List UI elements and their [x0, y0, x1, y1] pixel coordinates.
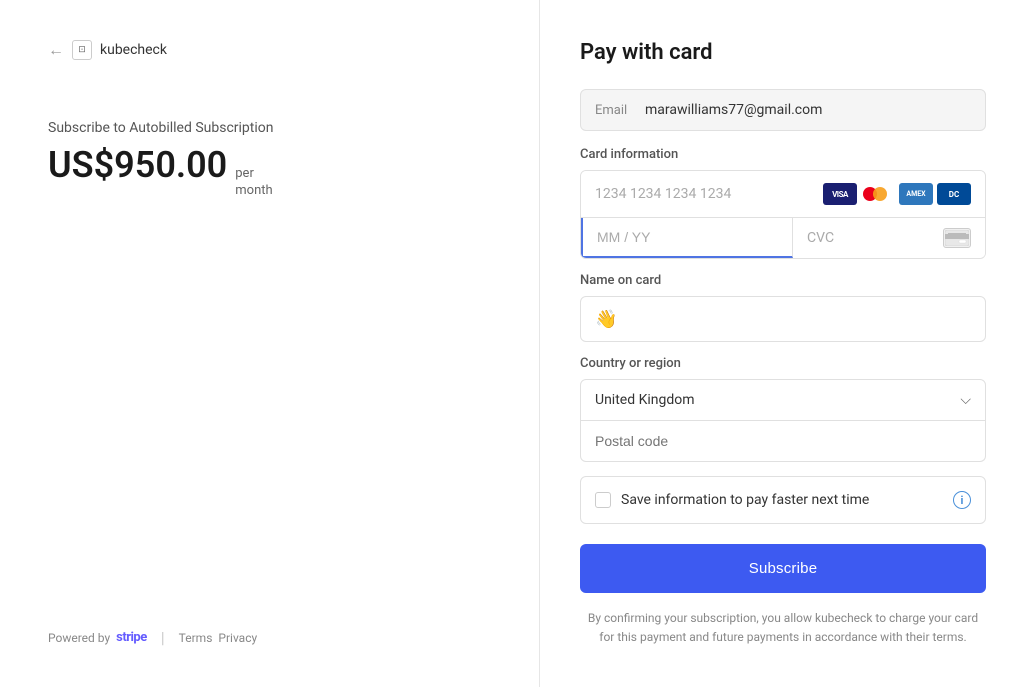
powered-by-text: Powered by: [48, 631, 110, 645]
footer-divider: |: [161, 628, 165, 647]
cvc-row: CVC: [793, 218, 985, 258]
name-label: Name on card: [580, 273, 986, 288]
card-info-wrapper: 1234 1234 1234 1234 VISA AMEX DC CVC: [580, 170, 986, 259]
expiry-cvc-row: CVC: [581, 218, 985, 258]
pay-title: Pay with card: [580, 40, 986, 65]
subscription-info: Subscribe to Autobilled Subscription US$…: [48, 120, 491, 200]
info-icon[interactable]: i: [953, 491, 971, 509]
left-content: ← ⊡ kubecheck Subscribe to Autobilled Su…: [48, 40, 491, 200]
save-info-checkbox[interactable]: [595, 492, 611, 508]
cvc-icon: [943, 228, 971, 248]
visa-icon: VISA: [823, 183, 857, 205]
country-value: United Kingdom: [595, 392, 695, 408]
country-section: Country or region United Kingdom ⌵: [580, 356, 986, 462]
diners-icon: DC: [937, 183, 971, 205]
country-select[interactable]: United Kingdom ⌵: [580, 379, 986, 421]
price-period: permonth: [235, 166, 272, 200]
site-name: kubecheck: [100, 42, 167, 58]
cvc-placeholder: CVC: [807, 230, 943, 246]
left-footer: Powered by stripe | Terms Privacy: [48, 628, 491, 647]
email-value: marawilliams77@gmail.com: [645, 102, 822, 118]
chevron-down-icon: ⌵: [960, 392, 971, 408]
card-number-row: 1234 1234 1234 1234 VISA AMEX DC: [581, 171, 985, 218]
right-panel: Pay with card Email marawilliams77@gmail…: [540, 0, 1026, 687]
country-label: Country or region: [580, 356, 986, 371]
left-panel: ← ⊡ kubecheck Subscribe to Autobilled Su…: [0, 0, 540, 687]
hand-cursor-icon: 👋: [595, 309, 617, 330]
name-on-card-field[interactable]: 👋: [580, 296, 986, 342]
confirm-text: By confirming your subscription, you all…: [580, 609, 986, 647]
card-section: Card information 1234 1234 1234 1234 VIS…: [580, 147, 986, 273]
card-info-label: Card information: [580, 147, 986, 162]
terms-link[interactable]: Terms: [179, 631, 213, 645]
price-amount: US$950.00: [48, 144, 227, 186]
email-row: Email marawilliams77@gmail.com: [580, 89, 986, 131]
browser-icon: ⊡: [72, 40, 92, 60]
name-section: Name on card 👋: [580, 273, 986, 356]
save-info-label: Save information to pay faster next time: [621, 492, 943, 508]
price-row: US$950.00 permonth: [48, 144, 491, 200]
email-label: Email: [595, 103, 635, 118]
card-icons: VISA AMEX DC: [823, 183, 971, 205]
postal-code-input[interactable]: [580, 421, 986, 462]
back-arrow-icon[interactable]: ←: [48, 40, 64, 60]
subscribe-button[interactable]: Subscribe: [580, 544, 986, 593]
amex-icon: AMEX: [899, 183, 933, 205]
privacy-link[interactable]: Privacy: [218, 631, 257, 645]
save-info-row: Save information to pay faster next time…: [580, 476, 986, 524]
browser-bar: ← ⊡ kubecheck: [48, 40, 491, 60]
expiry-input[interactable]: [581, 218, 793, 258]
subscription-label: Subscribe to Autobilled Subscription: [48, 120, 491, 136]
stripe-logo: stripe: [116, 630, 147, 645]
mastercard-icon: [861, 183, 895, 205]
card-number-placeholder: 1234 1234 1234 1234: [595, 186, 823, 202]
